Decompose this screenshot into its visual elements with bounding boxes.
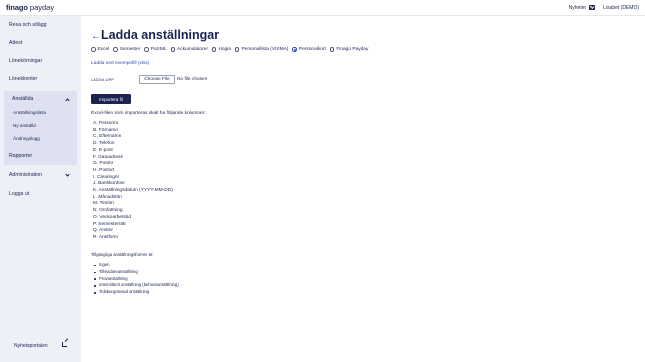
news-portal-link[interactable]: Nyhetsportalen bbox=[14, 343, 48, 349]
news-button[interactable]: Nyheter bbox=[569, 5, 596, 11]
radio-personalkort[interactable]: Personalkort bbox=[292, 47, 326, 52]
mail-icon bbox=[589, 5, 596, 10]
radio-personallista-visma[interactable]: Personallista (VISMA) bbox=[234, 47, 289, 52]
top-right-menu: Nyheter Lisabet (DEMO) bbox=[569, 5, 639, 11]
radio-label: Finago Payday bbox=[336, 47, 369, 52]
chevron-down-icon[interactable] bbox=[65, 172, 70, 177]
list-item: O. Veckoarbetstid bbox=[93, 214, 131, 220]
chevron-up-icon[interactable] bbox=[65, 98, 70, 103]
employment-forms-title: Tillgängliga anställningsformer är: bbox=[91, 252, 154, 257]
list-item: Provanställning bbox=[94, 276, 179, 283]
radio-circle[interactable] bbox=[144, 47, 149, 52]
list-item: Tidsbergränsad anställning bbox=[94, 289, 179, 296]
list-item: D. Telefon bbox=[93, 141, 115, 147]
radio-circle[interactable] bbox=[211, 47, 217, 52]
radio-label: PaXML bbox=[150, 47, 167, 52]
list-item: Q. Anstnr bbox=[93, 228, 113, 234]
radio-hogia[interactable]: Hogia bbox=[211, 47, 231, 52]
logo-sub-text: payday bbox=[29, 3, 55, 12]
sidebar-item-lonekorningar[interactable]: Lönekörningar bbox=[9, 58, 42, 64]
sidebar-item-anstallda[interactable]: Anställda bbox=[12, 96, 33, 102]
finago-payday-logo[interactable]: finago payday bbox=[6, 3, 54, 12]
radio-excel[interactable]: Excel bbox=[91, 47, 109, 52]
radio-finago-payday[interactable]: Finago Payday bbox=[329, 47, 369, 52]
news-label: Nyheter bbox=[568, 4, 587, 11]
radio-circle-selected[interactable] bbox=[292, 47, 297, 52]
upload-label: LADDA UPP bbox=[91, 78, 115, 82]
sidebar-item-logga-ut[interactable]: Logga ut bbox=[9, 191, 29, 197]
radio-circle[interactable] bbox=[234, 47, 240, 52]
radio-label: Personallista (VISMA) bbox=[241, 47, 289, 52]
list-item: K. Anställningsdatum (YYYY-MM-DD) bbox=[93, 188, 173, 194]
list-item: G. Postnr bbox=[93, 161, 114, 167]
list-item: R. Anstform bbox=[93, 234, 119, 240]
radio-ackumulatorer[interactable]: Ackumulatorer bbox=[170, 47, 208, 52]
page-title: Ladda anställningar bbox=[101, 28, 220, 42]
list-item: Tillsvidareanställning bbox=[94, 269, 179, 276]
external-link-icon[interactable] bbox=[62, 342, 67, 347]
sidebar-item-rapporter[interactable]: Rapporter bbox=[9, 153, 32, 159]
list-item: E. E-post bbox=[93, 147, 113, 153]
list-item: Ingen bbox=[94, 262, 179, 269]
download-example-link[interactable]: Ladda ned exempelfil (xlsx) bbox=[91, 61, 149, 66]
user-menu[interactable]: Lisabet (DEMO) bbox=[603, 5, 639, 11]
list-item: N. Omfattning bbox=[93, 208, 123, 214]
sidebar-item-attest[interactable]: Attest bbox=[9, 40, 22, 46]
list-item: Intermittent anställning (behovsanställn… bbox=[94, 282, 179, 289]
sidebar: Resa och utlägg Attest Lönekörningar Lön… bbox=[0, 16, 81, 362]
logo-main-text: finago bbox=[6, 3, 28, 12]
sidebar-item-loneklienter[interactable]: Löneklienter bbox=[9, 76, 37, 82]
list-item: H. Postort bbox=[93, 167, 115, 173]
import-file-button[interactable]: Importera fil bbox=[91, 94, 131, 104]
radio-semester[interactable]: Semester bbox=[113, 47, 140, 52]
back-arrow-icon[interactable]: ← bbox=[91, 32, 101, 42]
top-bar: finago payday Nyheter Lisabet (DEMO) bbox=[0, 0, 645, 16]
columns-intro-text: Excel-filen som importeras skall ha följ… bbox=[91, 111, 206, 116]
file-status-text: No file chosen bbox=[177, 77, 208, 82]
employment-forms-list: Ingen Tillsvidareanställning Provanställ… bbox=[94, 262, 179, 296]
choose-file-button[interactable]: Choose File bbox=[139, 75, 175, 84]
radio-circle[interactable] bbox=[113, 47, 118, 52]
radio-label: Hogia bbox=[218, 47, 231, 52]
sidebar-subitem-andringslogg[interactable]: Ändringslogg bbox=[13, 136, 40, 141]
radio-circle[interactable] bbox=[170, 47, 175, 52]
main-content: ← Ladda anställningar Excel Semester PaX… bbox=[81, 16, 645, 362]
format-radio-group: Excel Semester PaXML Ackumulatorer Hogia… bbox=[91, 47, 368, 52]
radio-label: Personalkort bbox=[298, 47, 326, 52]
radio-label: Semester bbox=[119, 47, 141, 52]
sidebar-item-administration[interactable]: Administration bbox=[9, 172, 42, 178]
list-item: A. Personnr bbox=[93, 121, 119, 126]
sidebar-item-resa-och-utlagg[interactable]: Resa och utlägg bbox=[9, 22, 47, 28]
sidebar-subitem-ny-anstalld[interactable]: Ny anställd bbox=[13, 123, 36, 128]
radio-circle[interactable] bbox=[91, 47, 96, 52]
radio-label: Ackumulatorer bbox=[177, 47, 208, 52]
columns-list: A. Personnr B. Förnamn C. Efternamn D. T… bbox=[93, 121, 173, 242]
radio-paxml[interactable]: PaXML bbox=[144, 47, 167, 52]
radio-label: Excel bbox=[97, 47, 110, 52]
sidebar-subitem-anstallningslista[interactable]: Anställningslista bbox=[13, 110, 46, 115]
radio-circle[interactable] bbox=[329, 47, 335, 52]
